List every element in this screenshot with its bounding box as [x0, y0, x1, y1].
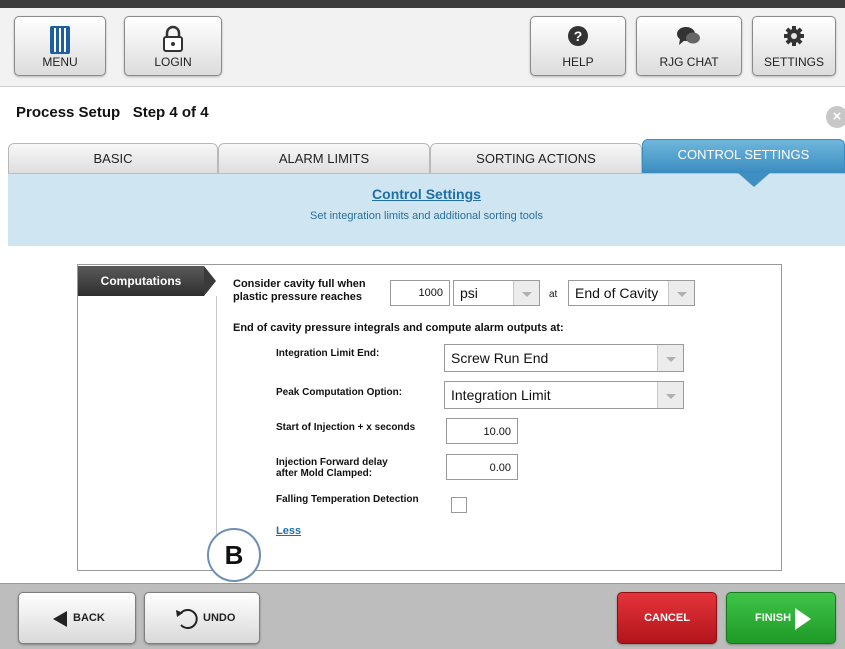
peak-option-value: Integration Limit: [451, 387, 551, 403]
help-label: HELP: [562, 55, 594, 69]
integration-limit-select[interactable]: Screw Run End: [444, 344, 684, 372]
chevron-down-icon: [657, 345, 683, 371]
cavity-full-label-line1: Consider cavity full when: [233, 278, 366, 290]
start-injection-label: Start of Injection + x seconds: [276, 422, 416, 433]
gear-icon: [784, 26, 804, 46]
menu-label: MENU: [42, 55, 78, 69]
injection-delay-input[interactable]: 0.00: [446, 454, 518, 480]
chevron-down-icon: [657, 382, 683, 408]
injection-delay-label-line2: after Mold Clamped:: [276, 468, 373, 479]
back-label: BACK: [73, 612, 105, 624]
login-button[interactable]: LOGIN: [124, 16, 222, 76]
undo-label: UNDO: [203, 612, 236, 624]
cavity-full-label-line2: plastic pressure reaches: [233, 291, 363, 303]
settings-button[interactable]: SETTINGS: [752, 16, 836, 76]
cancel-button[interactable]: CANCEL: [617, 592, 717, 644]
chevron-down-icon: [513, 281, 539, 305]
active-tab-pointer: [738, 173, 770, 187]
side-tab-computations[interactable]: Computations: [78, 266, 204, 296]
back-button[interactable]: BACK: [18, 592, 136, 644]
location-select[interactable]: End of Cavity: [568, 280, 695, 306]
banner-subtitle: Set integration limits and additional so…: [310, 210, 543, 222]
peak-option-select[interactable]: Integration Limit: [444, 381, 684, 409]
page-title: Process Setup Step 4 of 4: [16, 104, 209, 121]
rjg-chat-button[interactable]: RJG CHAT: [636, 16, 742, 76]
integration-limit-label: Integration Limit End:: [276, 348, 380, 359]
chevron-down-icon: [668, 281, 694, 305]
login-label: LOGIN: [154, 55, 192, 69]
app-window: MENU LOGIN ? HELP RJG CHAT SETTINGS Proc…: [0, 0, 845, 649]
side-tab-pointer: [204, 266, 216, 296]
finish-button[interactable]: FINISH: [726, 592, 836, 644]
help-icon: ?: [568, 26, 588, 46]
section-banner: Control Settings Set integration limits …: [8, 173, 845, 246]
lock-icon: [163, 25, 183, 52]
location-value: End of Cavity: [575, 285, 659, 301]
pressure-input[interactable]: 1000: [390, 280, 450, 306]
undo-button[interactable]: UNDO: [144, 592, 260, 644]
settings-panel: [77, 264, 782, 571]
forward-arrow-icon: [795, 608, 811, 630]
banner-title: Control Settings: [372, 186, 481, 202]
start-injection-input[interactable]: 10.00: [446, 418, 518, 444]
tab-basic[interactable]: BASIC: [8, 143, 218, 173]
less-link[interactable]: Less: [276, 525, 301, 537]
chat-icon: [677, 27, 700, 45]
svg-text:?: ?: [574, 28, 583, 44]
integration-limit-value: Screw Run End: [451, 350, 549, 366]
undo-icon: [176, 609, 198, 629]
tab-control-settings[interactable]: CONTROL SETTINGS: [642, 139, 845, 173]
falling-temp-label: Falling Temperation Detection: [276, 494, 419, 505]
pressure-unit-value: psi: [460, 285, 478, 301]
side-divider: [216, 296, 217, 571]
tab-sorting-actions[interactable]: SORTING ACTIONS: [430, 143, 642, 173]
tab-alarm-limits[interactable]: ALARM LIMITS: [218, 143, 430, 173]
close-icon[interactable]: ×: [826, 106, 845, 128]
cancel-label: CANCEL: [644, 612, 690, 624]
integrals-heading: End of cavity pressure integrals and com…: [233, 322, 564, 334]
pressure-unit-select[interactable]: psi: [453, 280, 540, 306]
peak-option-label: Peak Computation Option:: [276, 387, 403, 398]
settings-label: SETTINGS: [763, 55, 824, 69]
injection-delay-label-line1: Injection Forward delay: [276, 457, 388, 468]
menu-button[interactable]: MENU: [14, 16, 106, 76]
back-arrow-icon: [53, 611, 67, 627]
tab-bar: BASIC ALARM LIMITS SORTING ACTIONS CONTR…: [8, 139, 845, 173]
falling-temp-checkbox[interactable]: [451, 497, 467, 513]
chat-label: RJG CHAT: [659, 55, 719, 69]
help-button[interactable]: ? HELP: [530, 16, 626, 76]
at-label: at: [549, 289, 558, 300]
menu-icon: [50, 26, 70, 54]
callout-marker: B: [207, 528, 261, 582]
finish-label: FINISH: [755, 612, 792, 624]
